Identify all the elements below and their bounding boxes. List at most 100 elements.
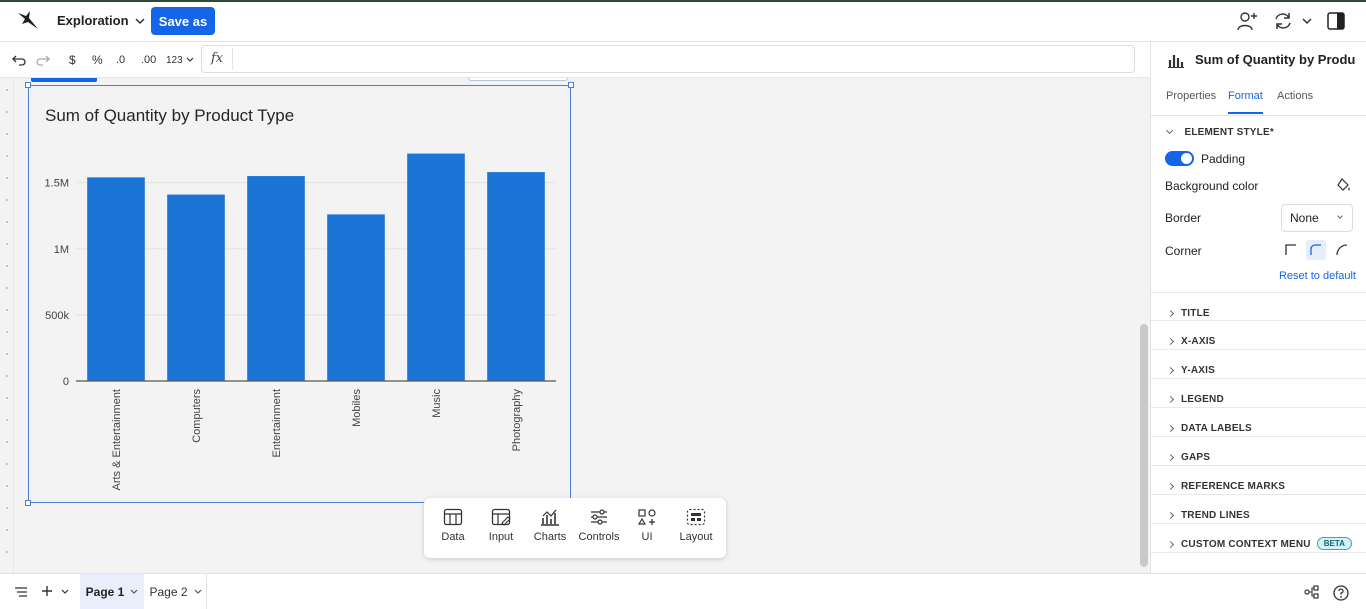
element-style-section-toggle[interactable]: ELEMENT STYLE*: [1165, 122, 1274, 140]
percent-format-button[interactable]: %: [92, 51, 103, 69]
dock-label-ui: UI: [641, 531, 653, 543]
lineage-icon[interactable]: [1304, 585, 1320, 599]
currency-format-button[interactable]: $: [69, 51, 76, 69]
bar: [247, 176, 305, 381]
section-title[interactable]: TITLE: [1151, 292, 1366, 321]
help-icon[interactable]: [1333, 585, 1349, 601]
properties-panel: Sum of Quantity by Produ… Properties For…: [1150, 42, 1366, 573]
layout-icon: [686, 508, 706, 526]
dock-item-data[interactable]: Data: [429, 508, 477, 550]
chevron-right-icon: [1166, 366, 1175, 375]
page-tab-label: Page 2: [149, 585, 188, 599]
page-tab-1[interactable]: Page 1: [80, 574, 144, 609]
corner-label: Corner: [1165, 244, 1202, 258]
chevron-down-icon: [134, 17, 145, 25]
section-gaps[interactable]: GAPS: [1151, 437, 1366, 466]
chevron-down-icon: [186, 57, 194, 62]
section-x-axis[interactable]: X-AXIS: [1151, 321, 1366, 350]
x-tick-label: Music: [431, 389, 443, 418]
add-page-icon[interactable]: [41, 585, 53, 597]
formula-input[interactable]: [232, 48, 1132, 70]
dock-item-ui[interactable]: UI: [623, 508, 671, 550]
add-page-chevron-icon[interactable]: [61, 589, 69, 595]
redo-icon[interactable]: [36, 51, 50, 69]
section-label: DATA LABELS: [1181, 423, 1252, 434]
decrease-decimal-button[interactable]: .0: [116, 51, 125, 69]
y-tick-label: 1M: [54, 244, 69, 256]
formula-icon: fx: [211, 51, 224, 66]
section-data-labels[interactable]: DATA LABELS: [1151, 408, 1366, 437]
dock-item-layout[interactable]: Layout: [672, 508, 720, 550]
page-tab-2[interactable]: Page 2: [145, 574, 207, 609]
save-as-button[interactable]: Save as: [151, 7, 215, 35]
section-reference-marks[interactable]: REFERENCE MARKS: [1151, 466, 1366, 495]
dock-label-data: Data: [441, 531, 465, 543]
corner-round-button[interactable]: [1332, 240, 1352, 260]
chevron-down-icon: [1337, 213, 1343, 219]
beta-badge: BETA: [1316, 537, 1352, 550]
bar: [407, 153, 465, 381]
panel-element-title[interactable]: Sum of Quantity by Produ…: [1195, 52, 1355, 67]
bar-chart-element[interactable]: Sum of Quantity by Product Type 0 500k 1M 1…: [25, 82, 574, 506]
border-select[interactable]: None: [1281, 204, 1353, 232]
refresh-options-chevron-icon[interactable]: [1302, 17, 1312, 25]
resize-handle-top-left[interactable]: [25, 82, 31, 88]
section-label: LEGEND: [1181, 394, 1224, 405]
element-name-tag[interactable]: [31, 78, 97, 82]
dock-item-charts[interactable]: Charts: [526, 508, 574, 550]
dock-item-controls[interactable]: Controls: [575, 508, 623, 550]
paint-bucket-icon[interactable]: [1337, 178, 1351, 192]
chevron-right-icon: [1166, 395, 1175, 404]
workbook-title-menu[interactable]: Exploration: [57, 13, 145, 28]
section-y-axis[interactable]: Y-AXIS: [1151, 350, 1366, 379]
element-action-button[interactable]: [468, 78, 568, 81]
vertical-ruler: [0, 78, 14, 573]
chevron-right-icon: [1166, 482, 1175, 491]
bar: [87, 177, 145, 381]
number-format-menu[interactable]: 123: [166, 51, 194, 69]
section-label: REFERENCE MARKS: [1181, 481, 1286, 492]
padding-label: Padding: [1201, 152, 1246, 166]
padding-toggle[interactable]: [1165, 151, 1194, 166]
section-label: X-AXIS: [1181, 336, 1216, 347]
table-icon: [443, 508, 463, 526]
page-tab-label: Page 1: [85, 585, 125, 599]
tab-actions[interactable]: Actions: [1277, 90, 1313, 114]
resize-handle-bottom-left[interactable]: [25, 500, 31, 506]
corner-rounded-icon: [1310, 244, 1321, 255]
undo-icon[interactable]: [12, 51, 26, 69]
page-list-icon[interactable]: [14, 586, 28, 598]
refresh-icon[interactable]: [1273, 11, 1293, 31]
shapes-icon: [637, 509, 656, 525]
page-bar: Page 1 Page 2: [0, 573, 1366, 609]
toggle-panel-icon[interactable]: [1326, 11, 1346, 31]
workbook-canvas[interactable]: Sum of Quantity by Product Type 0 500k 1M 1…: [0, 78, 1150, 573]
input-icon: [491, 508, 511, 526]
section-custom-context-menu[interactable]: CUSTOM CONTEXT MENU BETA: [1151, 524, 1366, 553]
add-user-icon[interactable]: [1237, 11, 1259, 31]
chevron-down-icon: [130, 589, 138, 594]
corner-round-icon: [1336, 244, 1348, 256]
reset-to-default-link[interactable]: Reset to default: [1279, 270, 1356, 282]
bar: [167, 194, 225, 381]
section-legend[interactable]: LEGEND: [1151, 379, 1366, 408]
app-logo-icon[interactable]: [16, 10, 40, 32]
border-label: Border: [1165, 211, 1202, 225]
tab-format[interactable]: Format: [1228, 90, 1263, 114]
tab-properties[interactable]: Properties: [1166, 90, 1216, 114]
bar: [327, 214, 385, 381]
chevron-down-icon: [194, 589, 201, 594]
corner-rounded-button[interactable]: [1306, 240, 1326, 260]
increase-decimal-button[interactable]: .00: [141, 51, 156, 69]
resize-handle-top-right[interactable]: [568, 82, 574, 88]
chevron-right-icon: [1166, 309, 1175, 318]
y-tick-label: 1.5M: [45, 178, 69, 190]
dock-label-controls: Controls: [578, 531, 620, 543]
section-label: CUSTOM CONTEXT MENU: [1181, 539, 1311, 550]
bar: [487, 172, 545, 381]
section-trend-lines[interactable]: TREND LINES: [1151, 495, 1366, 524]
chevron-right-icon: [1166, 337, 1175, 346]
corner-square-button[interactable]: [1281, 240, 1301, 260]
canvas-scrollbar[interactable]: [1140, 324, 1148, 567]
dock-item-input[interactable]: Input: [477, 508, 525, 550]
